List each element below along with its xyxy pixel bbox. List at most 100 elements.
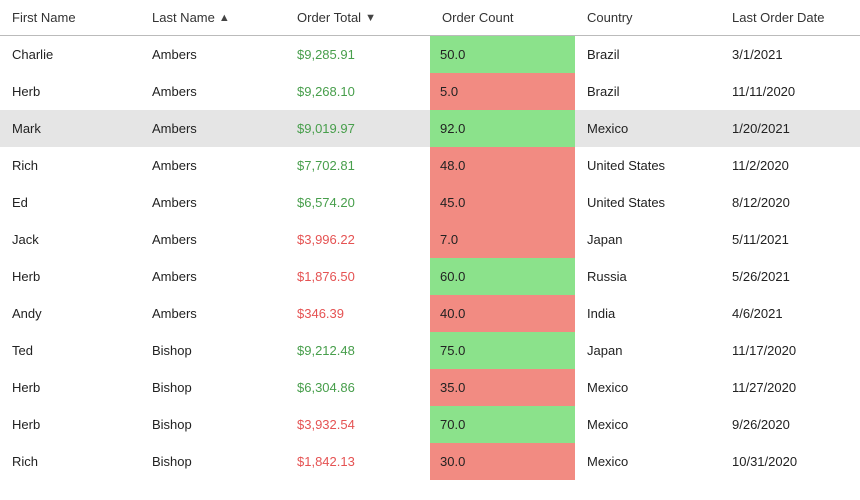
col-header-label: Last Name [152, 10, 215, 25]
sort-asc-icon: ▲ [219, 12, 230, 24]
last-name: Ambers [140, 258, 285, 295]
order-count-value: 60.0 [430, 258, 575, 295]
last-order: 3/1/2021 [720, 36, 860, 74]
order-count-value: 50.0 [430, 36, 575, 73]
table-row[interactable]: HerbBishop$6,304.8635.0Mexico11/27/2020 [0, 369, 860, 406]
last-order: 9/26/2020 [720, 406, 860, 443]
col-header-label: Order Total [297, 10, 361, 25]
table-row[interactable]: HerbBishop$3,932.5470.0Mexico9/26/2020 [0, 406, 860, 443]
country: Brazil [575, 73, 720, 110]
last-order: 11/17/2020 [720, 332, 860, 369]
last-name: Ambers [140, 184, 285, 221]
last-order: 8/12/2020 [720, 184, 860, 221]
first-name: Herb [0, 369, 140, 406]
col-header-label: Last Order Date [732, 10, 825, 25]
order-total: $9,268.10 [285, 73, 430, 110]
table-row[interactable]: JackAmbers$3,996.227.0Japan5/11/2021 [0, 221, 860, 258]
country: United States [575, 147, 720, 184]
order-total: $6,304.86 [285, 369, 430, 406]
col-header-label: Country [587, 10, 633, 25]
col-header-order-count[interactable]: Order Count [430, 0, 575, 36]
last-name: Ambers [140, 110, 285, 147]
first-name: Rich [0, 443, 140, 480]
order-count-value: 45.0 [430, 184, 575, 221]
order-count-value: 70.0 [430, 406, 575, 443]
order-count: 35.0 [430, 369, 575, 406]
order-count-value: 48.0 [430, 147, 575, 184]
order-total: $3,932.54 [285, 406, 430, 443]
order-total: $6,574.20 [285, 184, 430, 221]
col-header-last-name[interactable]: Last Name ▲ [140, 0, 285, 36]
order-count: 40.0 [430, 295, 575, 332]
first-name: Herb [0, 73, 140, 110]
order-count: 92.0 [430, 110, 575, 147]
order-count: 30.0 [430, 443, 575, 480]
first-name: Rich [0, 147, 140, 184]
country: Mexico [575, 443, 720, 480]
order-count: 45.0 [430, 184, 575, 221]
last-order: 11/11/2020 [720, 73, 860, 110]
last-order: 5/26/2021 [720, 258, 860, 295]
first-name: Charlie [0, 36, 140, 74]
order-total: $346.39 [285, 295, 430, 332]
first-name: Ed [0, 184, 140, 221]
country: Mexico [575, 110, 720, 147]
data-grid[interactable]: First Name Last Name ▲ Order Total ▼ Ord… [0, 0, 860, 480]
order-count: 70.0 [430, 406, 575, 443]
table-row[interactable]: HerbAmbers$1,876.5060.0Russia5/26/2021 [0, 258, 860, 295]
country: United States [575, 184, 720, 221]
order-total: $9,019.97 [285, 110, 430, 147]
order-count-value: 5.0 [430, 73, 575, 110]
order-count-value: 7.0 [430, 221, 575, 258]
last-order: 4/6/2021 [720, 295, 860, 332]
last-order: 10/31/2020 [720, 443, 860, 480]
last-name: Bishop [140, 443, 285, 480]
order-count: 50.0 [430, 36, 575, 74]
last-order: 5/11/2021 [720, 221, 860, 258]
col-header-first-name[interactable]: First Name [0, 0, 140, 36]
last-order: 11/2/2020 [720, 147, 860, 184]
order-count: 5.0 [430, 73, 575, 110]
table-row[interactable]: EdAmbers$6,574.2045.0United States8/12/2… [0, 184, 860, 221]
first-name: Ted [0, 332, 140, 369]
first-name: Herb [0, 406, 140, 443]
last-name: Ambers [140, 147, 285, 184]
country: Russia [575, 258, 720, 295]
order-count-value: 35.0 [430, 369, 575, 406]
order-total: $9,285.91 [285, 36, 430, 74]
order-count-value: 75.0 [430, 332, 575, 369]
last-name: Ambers [140, 36, 285, 74]
table-row[interactable]: TedBishop$9,212.4875.0Japan11/17/2020 [0, 332, 860, 369]
table-row[interactable]: HerbAmbers$9,268.105.0Brazil11/11/2020 [0, 73, 860, 110]
table-row[interactable]: MarkAmbers$9,019.9792.0Mexico1/20/2021 [0, 110, 860, 147]
first-name: Herb [0, 258, 140, 295]
col-header-country[interactable]: Country [575, 0, 720, 36]
col-header-order-total[interactable]: Order Total ▼ [285, 0, 430, 36]
order-count-value: 30.0 [430, 443, 575, 480]
order-count: 75.0 [430, 332, 575, 369]
order-total: $3,996.22 [285, 221, 430, 258]
order-count: 60.0 [430, 258, 575, 295]
header-row: First Name Last Name ▲ Order Total ▼ Ord… [0, 0, 860, 36]
country: Japan [575, 221, 720, 258]
last-name: Ambers [140, 73, 285, 110]
last-name: Ambers [140, 221, 285, 258]
country: Japan [575, 332, 720, 369]
last-order: 11/27/2020 [720, 369, 860, 406]
first-name: Andy [0, 295, 140, 332]
last-name: Bishop [140, 406, 285, 443]
col-header-label: Order Count [442, 10, 514, 25]
order-count: 7.0 [430, 221, 575, 258]
order-count-value: 92.0 [430, 110, 575, 147]
last-order: 1/20/2021 [720, 110, 860, 147]
table-row[interactable]: AndyAmbers$346.3940.0India4/6/2021 [0, 295, 860, 332]
col-header-last-order[interactable]: Last Order Date [720, 0, 860, 36]
table-row[interactable]: RichAmbers$7,702.8148.0United States11/2… [0, 147, 860, 184]
table-row[interactable]: RichBishop$1,842.1330.0Mexico10/31/2020 [0, 443, 860, 480]
first-name: Mark [0, 110, 140, 147]
country: Brazil [575, 36, 720, 74]
sort-desc-icon: ▼ [365, 12, 376, 24]
table-row[interactable]: CharlieAmbers$9,285.9150.0Brazil3/1/2021 [0, 36, 860, 74]
order-total: $1,842.13 [285, 443, 430, 480]
order-total: $9,212.48 [285, 332, 430, 369]
